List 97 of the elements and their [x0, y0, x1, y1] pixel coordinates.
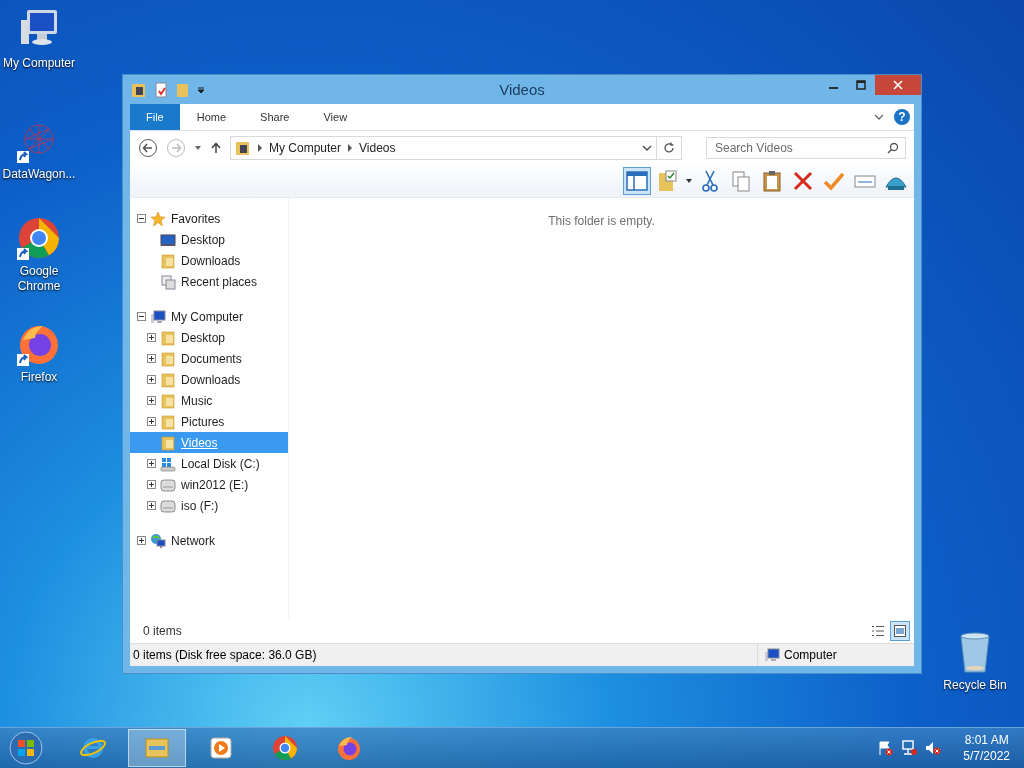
clock-time: 8:01 AM [964, 732, 1009, 748]
tree-item[interactable]: My Computer [130, 306, 288, 327]
refresh-button[interactable] [657, 136, 682, 160]
status-zone-text: Computer [784, 648, 837, 662]
up-arrow-icon[interactable] [210, 142, 222, 154]
chevron-icon[interactable] [257, 144, 263, 152]
expander-icon[interactable] [147, 396, 156, 405]
window-title: Videos [498, 81, 546, 98]
folder-icon [160, 392, 176, 409]
star-icon [150, 210, 166, 227]
search-field[interactable]: Search Videos [706, 137, 906, 159]
chevron-icon[interactable] [347, 144, 354, 152]
drive-icon [160, 476, 176, 493]
desktop-icon-label: My Computer [2, 56, 76, 71]
tree-item[interactable]: Music [130, 390, 288, 411]
desktop-icon-label: Firefox [19, 370, 59, 385]
dropdown-icon[interactable] [642, 143, 652, 153]
properties-icon[interactable] [153, 81, 169, 98]
ribbon-tab[interactable]: Home [179, 104, 244, 130]
expander-icon[interactable] [147, 480, 156, 489]
network-icon [150, 532, 166, 549]
help-button[interactable]: ? [894, 109, 910, 125]
recent-places-icon [160, 273, 176, 290]
thumbnail-icon [893, 624, 907, 638]
minimize-icon [828, 87, 838, 89]
preview-pane-icon [625, 169, 649, 193]
desktop-icon-label: DataWagon... [1, 167, 77, 182]
thumbnails-view-button[interactable] [890, 621, 910, 641]
close-icon [893, 80, 903, 90]
ribbon-tab[interactable]: Share [243, 104, 307, 130]
drive-icon [160, 455, 176, 472]
media-player-icon [207, 734, 235, 762]
preview-pane-button[interactable] [623, 167, 651, 195]
expander-icon[interactable] [147, 417, 156, 426]
ribbon-tab[interactable]: View [306, 104, 365, 130]
action-center-flag-icon[interactable] [877, 740, 894, 756]
folder-icon [160, 252, 176, 269]
recent-locations-icon[interactable] [194, 144, 202, 152]
expander-icon[interactable] [137, 312, 146, 321]
expander-icon[interactable] [147, 354, 156, 363]
expander-icon[interactable] [147, 333, 156, 342]
start-button[interactable] [8, 730, 44, 766]
tree-item[interactable]: Desktop [130, 327, 288, 348]
details-list-icon [871, 624, 885, 638]
desktop-icon-label: Recycle Bin [942, 678, 1008, 693]
tree-item[interactable]: Documents [130, 348, 288, 369]
tree-item[interactable]: Recent places [130, 271, 288, 292]
delete-icon [791, 169, 815, 193]
breadcrumb[interactable]: My Computer [269, 141, 342, 155]
folder-icon [160, 413, 176, 430]
breadcrumb[interactable]: Videos [359, 141, 396, 155]
dropdown-icon[interactable] [685, 177, 693, 185]
address-bar[interactable]: My Computer Videos [230, 136, 657, 160]
expand-ribbon-icon[interactable] [874, 112, 884, 122]
folder-icon[interactable] [131, 81, 147, 98]
computer-icon [150, 308, 166, 325]
expander-icon[interactable] [147, 375, 156, 384]
ribbon-tab[interactable]: File [130, 104, 180, 130]
computer-icon [764, 647, 780, 663]
expander-icon[interactable] [137, 536, 146, 545]
chrome-icon [271, 734, 299, 762]
empty-folder-message: This folder is empty. [548, 214, 655, 228]
folder-icon [160, 329, 176, 346]
folder-icon [160, 350, 176, 367]
refresh-icon [663, 142, 675, 154]
maximize-icon [856, 80, 866, 90]
tree-item[interactable]: Local Disk (C:) [130, 453, 288, 474]
tree-item[interactable]: Downloads [130, 369, 288, 390]
tree-item[interactable]: Downloads [130, 250, 288, 271]
network-icon[interactable] [901, 740, 918, 756]
item-count: 0 items [143, 624, 182, 638]
expander-icon[interactable] [137, 214, 146, 223]
monitor-icon [160, 231, 176, 248]
tree-item[interactable]: Network [130, 530, 288, 551]
folder-check-icon [656, 169, 680, 193]
tree-item[interactable]: iso (F:) [130, 495, 288, 516]
tree-item[interactable]: Pictures [130, 411, 288, 432]
clipboard-icon [760, 169, 784, 193]
drive-icon [160, 497, 176, 514]
tree-item[interactable]: Desktop [130, 229, 288, 250]
folder-icon [160, 371, 176, 388]
desktop-icon-label: Google Chrome [16, 264, 62, 294]
folder-icon [235, 140, 251, 156]
clock-date: 5/7/2022 [963, 748, 1010, 764]
firefox-icon [335, 734, 363, 762]
copy-icon [729, 169, 753, 193]
tree-item[interactable]: Favorites [130, 208, 288, 229]
expander-icon[interactable] [147, 501, 156, 510]
search-icon[interactable] [887, 142, 899, 154]
status-text: 0 items (Disk free space: 36.0 GB) [132, 648, 318, 662]
clock[interactable]: 8:01 AM 5/7/2022 [963, 732, 1010, 764]
dropdown-icon[interactable] [197, 85, 205, 94]
back-button[interactable] [138, 138, 158, 158]
folder-icon [160, 434, 176, 451]
tree-item[interactable]: win2012 (E:) [130, 474, 288, 495]
speaker-muted-icon[interactable] [925, 740, 942, 756]
expander-icon[interactable] [147, 459, 156, 468]
